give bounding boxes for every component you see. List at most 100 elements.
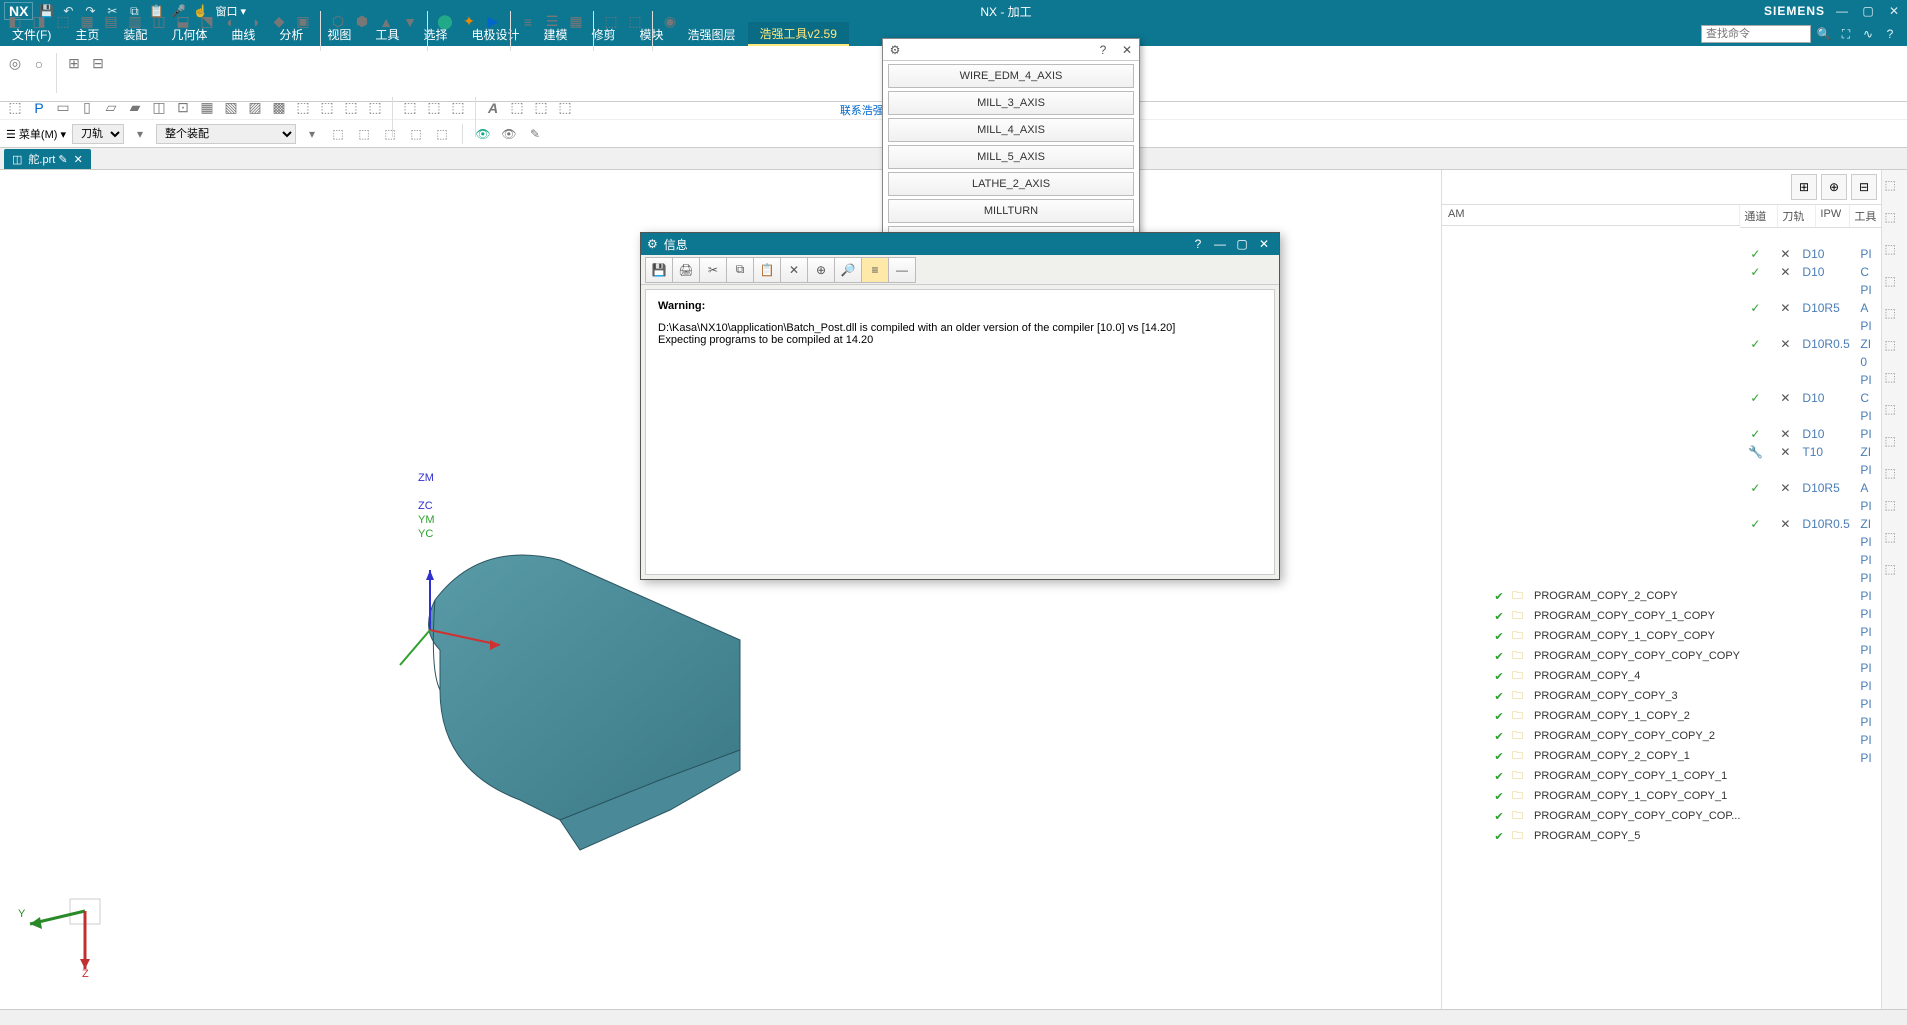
sel-icon[interactable]: ⬚ [406, 124, 426, 144]
ribbon-btn[interactable]: ⬚ [399, 97, 421, 119]
print-icon[interactable]: 🖨 [672, 257, 700, 283]
ribbon-btn[interactable]: ⬚ [364, 97, 386, 119]
op-row[interactable]: ✓✕D10R5A [1740, 299, 1881, 317]
save-icon[interactable]: 💾 [37, 2, 55, 20]
ribbon-btn[interactable]: ⬡ [327, 11, 349, 33]
ribbon-btn[interactable]: ⬚ [624, 11, 646, 33]
sel-icon[interactable]: ▾ [130, 124, 150, 144]
ribbon-btn[interactable]: ▦ [196, 97, 218, 119]
ribbon-btn[interactable]: ⊡ [172, 97, 194, 119]
ribbon-btn[interactable]: ≡ [517, 11, 539, 33]
search-icon[interactable]: 🔍 [1815, 25, 1833, 43]
ribbon-btn[interactable]: ⬚ [340, 97, 362, 119]
sel-icon[interactable]: 👁 [473, 124, 493, 144]
op-row[interactable]: PI [1740, 569, 1881, 587]
help-nav-icon[interactable]: ∿ [1859, 25, 1877, 43]
col-tool[interactable]: 工具 [1850, 205, 1881, 227]
ribbon-btn[interactable]: ▧ [220, 97, 242, 119]
wrap-icon[interactable]: ≡ [861, 257, 889, 283]
cut-icon[interactable]: ✂ [699, 257, 727, 283]
ribbon-btn[interactable]: ⬚ [423, 97, 445, 119]
ribbon-btn[interactable]: ◫ [148, 97, 170, 119]
collapse-icon[interactable]: ― [888, 257, 916, 283]
rb-icon[interactable]: ⬚ [1885, 178, 1905, 198]
program-row[interactable]: ✔🗀PROGRAM_COPY_1_COPY_COPY [1442, 626, 1740, 646]
mic-icon[interactable]: 🎤 [169, 2, 187, 20]
redo-icon[interactable]: ↷ [81, 2, 99, 20]
op-row[interactable]: PI [1740, 497, 1881, 515]
op-row[interactable]: ✓✕D10C [1740, 263, 1881, 281]
ribbon-btn[interactable]: ⊟ [87, 53, 109, 75]
ribbon-btn[interactable]: ◑ [244, 11, 266, 33]
program-row[interactable]: ✔🗀PROGRAM_COPY_COPY_3 [1442, 686, 1740, 706]
ribbon-btn[interactable]: ✦ [458, 11, 480, 33]
op-row[interactable]: PI [1740, 695, 1881, 713]
op-row[interactable]: PI [1740, 551, 1881, 569]
help-icon[interactable]: ? [1881, 25, 1899, 43]
program-row[interactable]: ✔🗀PROGRAM_COPY_4 [1442, 666, 1740, 686]
close-icon[interactable]: ✕ [1885, 2, 1903, 20]
program-row[interactable]: ✔🗀PROGRAM_COPY_5 [1442, 826, 1740, 846]
op-row[interactable]: ✓✕D10PI [1740, 425, 1881, 443]
rb-icon[interactable]: ⬚ [1885, 210, 1905, 230]
menu-mill4[interactable]: MILL_4_AXIS [888, 118, 1134, 142]
file-tab[interactable]: ◫ 舵.prt ✎ ✕ [4, 149, 91, 169]
ribbon-btn[interactable]: ▣ [292, 11, 314, 33]
ribbon-btn[interactable]: ⬢ [351, 11, 373, 33]
ribbon-btn[interactable]: ⬚ [554, 97, 576, 119]
ribbon-btn[interactable]: ▨ [244, 97, 266, 119]
rb-icon[interactable]: ⬚ [1885, 338, 1905, 358]
op-row[interactable]: PI [1740, 677, 1881, 695]
ribbon-btn[interactable]: ☰ [541, 11, 563, 33]
minimize-icon[interactable]: ― [1211, 235, 1229, 253]
ribbon-btn[interactable]: ◧ [4, 11, 26, 33]
ribbon-btn[interactable]: ◎ [4, 53, 26, 75]
cut-icon[interactable]: ✂ [103, 2, 121, 20]
op-row[interactable]: ✓✕D10C [1740, 389, 1881, 407]
copy-icon[interactable]: ⧉ [125, 2, 143, 20]
menu-mill5[interactable]: MILL_5_AXIS [888, 145, 1134, 169]
col-name[interactable]: AM [1442, 205, 1740, 225]
close-icon[interactable]: ✕ [1255, 235, 1273, 253]
sel-icon[interactable]: ⬚ [380, 124, 400, 144]
ribbon-btn[interactable]: A [482, 97, 504, 119]
sel-icon[interactable]: ⬚ [432, 124, 452, 144]
op-row[interactable]: PI [1740, 317, 1881, 335]
col-path[interactable]: 刀轨 [1778, 205, 1816, 227]
menu-hq-tools[interactable]: 浩强工具v2.59 [748, 22, 849, 46]
ribbon-btn[interactable]: ⬚ [4, 97, 26, 119]
minimize-icon[interactable]: ― [1833, 2, 1851, 20]
sel-icon[interactable]: ⬚ [354, 124, 374, 144]
program-row[interactable]: ✔🗀PROGRAM_COPY_COPY_COPY_COP... [1442, 806, 1740, 826]
rb-icon[interactable]: ⬚ [1885, 242, 1905, 262]
ribbon-btn[interactable]: ⊞ [63, 53, 85, 75]
ribbon-btn[interactable]: ▦ [565, 11, 587, 33]
col-ipw[interactable]: IPW [1816, 205, 1850, 227]
rb-icon[interactable]: ⬚ [1885, 530, 1905, 550]
rb-icon[interactable]: ⬚ [1885, 562, 1905, 582]
command-search-input[interactable] [1701, 25, 1811, 43]
rb-icon[interactable]: ⬚ [1885, 306, 1905, 326]
program-row[interactable]: ✔🗀PROGRAM_COPY_1_COPY_2 [1442, 706, 1740, 726]
gear-icon[interactable]: ⚙ [647, 237, 658, 251]
op-row[interactable]: PI [1740, 533, 1881, 551]
maximize-icon[interactable]: ▢ [1859, 2, 1877, 20]
paste-icon[interactable]: 📋 [147, 2, 165, 20]
close-tab-icon[interactable]: ✕ [74, 153, 83, 166]
menu-wire-edm[interactable]: WIRE_EDM_4_AXIS [888, 64, 1134, 88]
program-row[interactable]: ✔🗀PROGRAM_COPY_COPY_COPY_COPY [1442, 646, 1740, 666]
op-row[interactable]: ✓✕D10R0.5ZI [1740, 335, 1881, 353]
ribbon-btn[interactable]: ◐ [220, 11, 242, 33]
ribbon-btn[interactable]: ▩ [268, 97, 290, 119]
program-row[interactable]: ✔🗀PROGRAM_COPY_1_COPY_COPY_1 [1442, 786, 1740, 806]
help-icon[interactable]: ? [1095, 42, 1111, 58]
save-icon[interactable]: 💾 [645, 257, 673, 283]
ribbon-btn[interactable]: ⬚ [600, 11, 622, 33]
ribbon-btn[interactable]: ▭ [52, 97, 74, 119]
gear-icon[interactable]: ⚙ [887, 42, 903, 58]
sel-icon[interactable]: ✎ [525, 124, 545, 144]
op-row[interactable]: PI [1740, 407, 1881, 425]
rb-icon[interactable]: ⬚ [1885, 466, 1905, 486]
ribbon-btn[interactable]: ⬚ [506, 97, 528, 119]
op-row[interactable]: ✓✕D10R0.5ZI [1740, 515, 1881, 533]
